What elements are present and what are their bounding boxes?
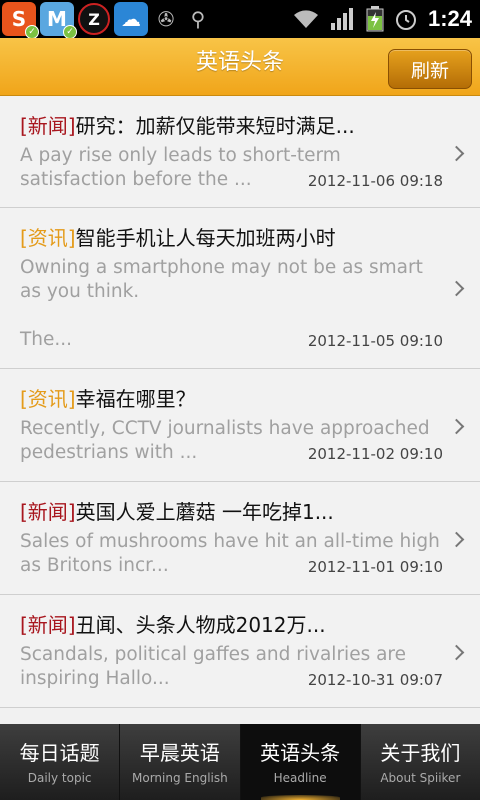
status-bar: S ✓ M ✓ Z ☁ ✇ ⚲ 1:24 (0, 0, 480, 39)
wifi-icon (293, 10, 318, 28)
news-tag: [新闻] (20, 114, 76, 138)
article-title: [资讯]幸福在哪里？ (20, 387, 196, 411)
article-date: 2012-11-01 09:10 (307, 558, 443, 576)
article-date: 2012-11-06 09:18 (307, 172, 443, 190)
list-item[interactable]: [资讯]幸福在哪里？ Recently, CCTV journalists ha… (0, 369, 480, 482)
tab-label-en: Headline (273, 771, 327, 785)
list-item[interactable]: [新闻]英国人爱上蘑菇 一年吃掉1... Sales of mushrooms … (0, 482, 480, 595)
clock: 1:24 (427, 6, 472, 31)
tab-label-en: Daily topic (27, 771, 92, 785)
app-header: 英语头条 刷新 (0, 38, 480, 96)
chevron-right-icon (448, 418, 465, 435)
tab-label-cn: 早晨英语 (139, 741, 220, 765)
list-item[interactable]: [新闻]研究：加薪仅能带来短时满足... A pay rise only lea… (0, 96, 480, 208)
tab-daily-topic[interactable]: 每日话题 Daily topic (0, 724, 121, 800)
chevron-right-icon (448, 145, 465, 162)
article-title: [新闻]研究：加薪仅能带来短时满足... (20, 114, 355, 138)
article-date: 2012-10-31 09:07 (307, 671, 443, 689)
article-list[interactable]: [新闻]研究：加薪仅能带来短时满足... A pay rise only lea… (0, 96, 480, 724)
notification-icons: S ✓ M ✓ Z ☁ ✇ ⚲ (0, 0, 212, 39)
info-tag: [资讯] (20, 226, 76, 250)
article-date: 2012-11-02 09:10 (307, 445, 443, 463)
tab-label-cn: 每日话题 (19, 741, 100, 765)
system-icons: 1:24 (292, 0, 472, 38)
news-tag: [新闻] (20, 613, 76, 637)
refresh-button[interactable]: 刷新 (388, 49, 472, 89)
chevron-right-icon (448, 531, 465, 548)
tab-about-us[interactable]: 关于我们 About Spiiker (361, 724, 480, 800)
tab-label-cn: 英语头条 (260, 741, 341, 765)
tab-label-en: About Spiiker (380, 771, 461, 785)
list-item[interactable]: [新闻]丑闻、头条人物成2012万... Scandals, political… (0, 595, 480, 708)
m-app-icon: M ✓ (40, 2, 77, 39)
article-title: [新闻]英国人爱上蘑菇 一年吃掉1... (20, 500, 334, 524)
android-icon: ✇ (157, 7, 175, 31)
tab-label-en: Morning English (132, 771, 228, 785)
tab-headline[interactable]: 英语头条 Headline (240, 724, 361, 800)
signal-icon (330, 8, 353, 30)
cloud-app-icon: ☁ (114, 2, 148, 36)
battery-icon (366, 6, 384, 32)
article-title: [资讯]智能手机让人每天加班两小时 (20, 226, 336, 250)
z-app-icon: Z (78, 3, 110, 35)
news-tag: [新闻] (20, 500, 76, 524)
usb-icon: ⚲ (190, 7, 206, 31)
alarm-icon (395, 10, 416, 30)
bottom-tab-bar: 每日话题 Daily topic 早晨英语 Morning English 英语… (0, 724, 480, 800)
tab-morning-english[interactable]: 早晨英语 Morning English (120, 724, 241, 800)
article-title: [新闻]丑闻、头条人物成2012万... (20, 613, 326, 637)
list-item[interactable]: [资讯]智能手机让人每天加班两小时 Owning a smartphone ma… (0, 208, 480, 369)
active-tab-indicator (260, 795, 340, 800)
chevron-right-icon (448, 644, 465, 661)
info-tag: [资讯] (20, 387, 76, 411)
tab-label-cn: 关于我们 (380, 741, 461, 765)
chevron-right-icon (448, 280, 465, 297)
s-app-icon: S ✓ (2, 2, 39, 39)
article-date: 2012-11-05 09:10 (307, 332, 443, 350)
